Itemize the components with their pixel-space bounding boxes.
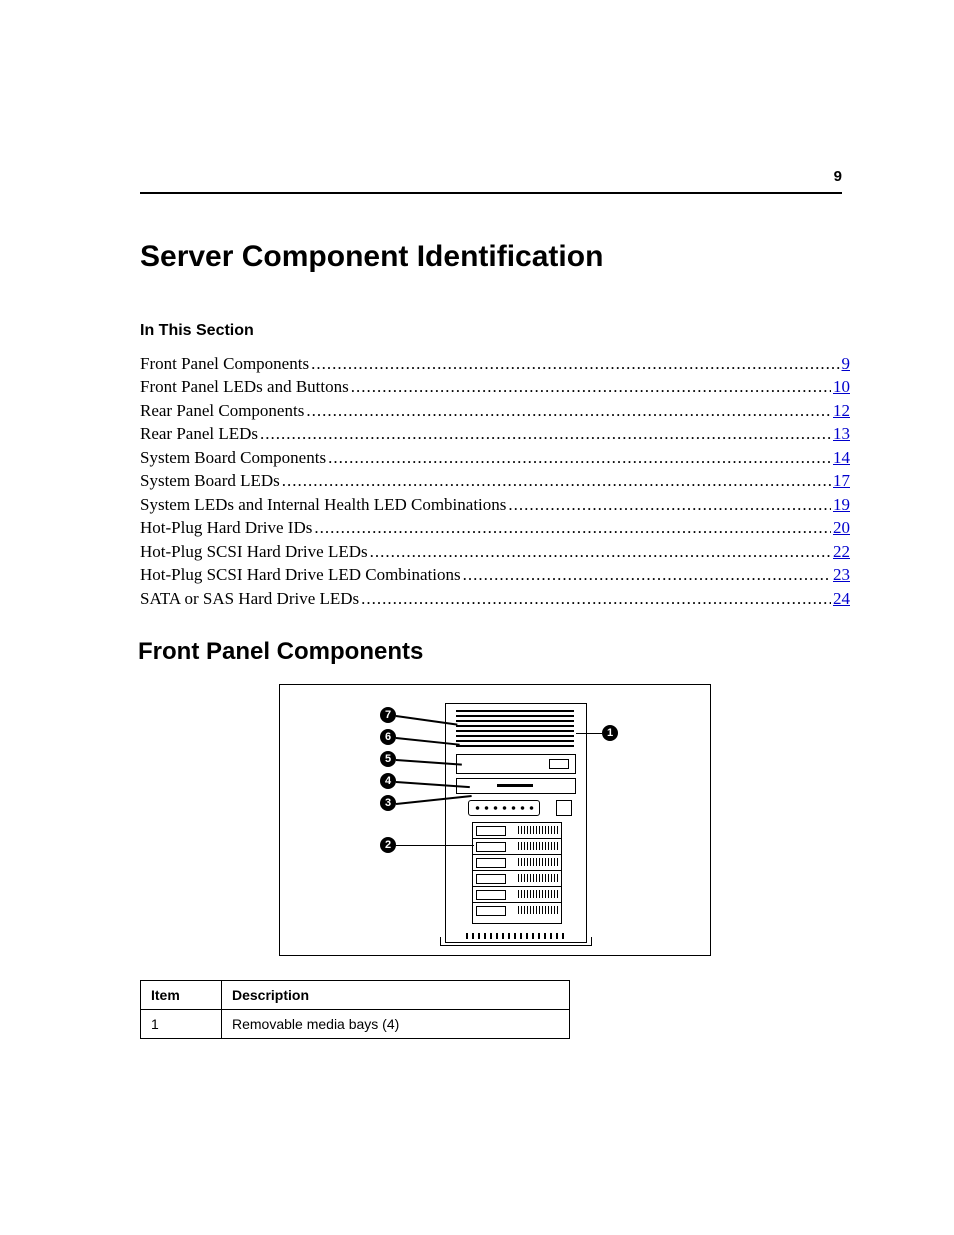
drive-slot-icon bbox=[473, 871, 561, 887]
callout-5: 5 bbox=[380, 751, 396, 767]
toc-row: Rear Panel Components 12 bbox=[140, 399, 850, 422]
toc-leader bbox=[311, 352, 839, 375]
toc-leader bbox=[463, 563, 831, 586]
toc-row: System Board LEDs 17 bbox=[140, 469, 850, 492]
toc-label: Rear Panel Components bbox=[140, 399, 304, 422]
toc-label: Hot-Plug SCSI Hard Drive LED Combination… bbox=[140, 563, 461, 586]
table-cell-item: 1 bbox=[141, 1009, 222, 1038]
drive-slot-icon bbox=[473, 855, 561, 871]
section-heading: Front Panel Components bbox=[138, 638, 850, 666]
table-cell-description: Removable media bays (4) bbox=[222, 1009, 570, 1038]
toc-row: Front Panel LEDs and Buttons 10 bbox=[140, 375, 850, 398]
drive-slot-icon bbox=[473, 903, 561, 918]
toc-leader bbox=[351, 375, 831, 398]
toc-label: SATA or SAS Hard Drive LEDs bbox=[140, 587, 359, 610]
toc-page-link[interactable]: 13 bbox=[833, 422, 850, 445]
toc-row: Rear Panel LEDs 13 bbox=[140, 422, 850, 445]
toc-page-link[interactable]: 19 bbox=[833, 493, 850, 516]
table-row: 1 Removable media bays (4) bbox=[141, 1009, 570, 1038]
optical-drive-icon bbox=[456, 754, 576, 774]
toc-label: Hot-Plug SCSI Hard Drive LEDs bbox=[140, 540, 368, 563]
toc-page-link[interactable]: 12 bbox=[833, 399, 850, 422]
table-header-item: Item bbox=[141, 980, 222, 1009]
toc-row: Front Panel Components 9 bbox=[140, 352, 850, 375]
in-this-section-label: In This Section bbox=[140, 322, 850, 340]
server-tower-icon bbox=[445, 703, 587, 943]
toc-page-link[interactable]: 14 bbox=[833, 446, 850, 469]
drive-slot-icon bbox=[473, 887, 561, 903]
toc-page-link[interactable]: 17 bbox=[833, 469, 850, 492]
toc-label: Front Panel Components bbox=[140, 352, 309, 375]
toc-leader bbox=[314, 516, 831, 539]
front-panel-figure: 7 6 5 4 3 2 1 bbox=[279, 684, 711, 956]
callout-6: 6 bbox=[380, 729, 396, 745]
toc-leader bbox=[361, 587, 831, 610]
floppy-drive-icon bbox=[456, 778, 576, 794]
toc-row: Hot-Plug Hard Drive IDs 20 bbox=[140, 516, 850, 539]
component-table: Item Description 1 Removable media bays … bbox=[140, 980, 570, 1039]
drive-slot-icon bbox=[473, 823, 561, 839]
toc-row: Hot-Plug SCSI Hard Drive LEDs 22 bbox=[140, 540, 850, 563]
callout-3: 3 bbox=[380, 795, 396, 811]
callout-7: 7 bbox=[380, 707, 396, 723]
page-title: Server Component Identification bbox=[140, 240, 850, 274]
vent-icon bbox=[456, 710, 574, 748]
toc-label: Rear Panel LEDs bbox=[140, 422, 258, 445]
toc-leader bbox=[328, 446, 831, 469]
id-button-icon bbox=[556, 800, 572, 816]
led-panel-icon bbox=[468, 800, 540, 816]
drive-slot-icon bbox=[473, 839, 561, 855]
toc-label: Front Panel LEDs and Buttons bbox=[140, 375, 349, 398]
toc-label: System Board LEDs bbox=[140, 469, 280, 492]
leader-line bbox=[576, 733, 602, 735]
toc-label: System LEDs and Internal Health LED Comb… bbox=[140, 493, 506, 516]
toc-row: SATA or SAS Hard Drive LEDs 24 bbox=[140, 587, 850, 610]
table-of-contents: Front Panel Components 9 Front Panel LEDs… bbox=[140, 352, 850, 610]
tower-base-icon bbox=[440, 937, 592, 946]
toc-page-link[interactable]: 24 bbox=[833, 587, 850, 610]
toc-page-link[interactable]: 9 bbox=[842, 352, 851, 375]
callout-2: 2 bbox=[380, 837, 396, 853]
toc-leader bbox=[306, 399, 831, 422]
document-page: 9 Server Component Identification In Thi… bbox=[0, 0, 954, 1235]
toc-leader bbox=[508, 493, 831, 516]
toc-page-link[interactable]: 23 bbox=[833, 563, 850, 586]
drive-cage-icon bbox=[472, 822, 562, 924]
header-rule bbox=[140, 192, 842, 194]
toc-row: Hot-Plug SCSI Hard Drive LED Combination… bbox=[140, 563, 850, 586]
toc-leader bbox=[370, 540, 831, 563]
table-header-row: Item Description bbox=[141, 980, 570, 1009]
page-number: 9 bbox=[834, 168, 842, 185]
toc-label: System Board Components bbox=[140, 446, 326, 469]
leader-line bbox=[396, 845, 474, 847]
toc-row: System Board Components 14 bbox=[140, 446, 850, 469]
toc-row: System LEDs and Internal Health LED Comb… bbox=[140, 493, 850, 516]
toc-leader bbox=[260, 422, 831, 445]
toc-leader bbox=[282, 469, 831, 492]
toc-label: Hot-Plug Hard Drive IDs bbox=[140, 516, 312, 539]
table-header-description: Description bbox=[222, 980, 570, 1009]
callout-4: 4 bbox=[380, 773, 396, 789]
callout-1: 1 bbox=[602, 725, 618, 741]
toc-page-link[interactable]: 10 bbox=[833, 375, 850, 398]
toc-page-link[interactable]: 22 bbox=[833, 540, 850, 563]
toc-page-link[interactable]: 20 bbox=[833, 516, 850, 539]
